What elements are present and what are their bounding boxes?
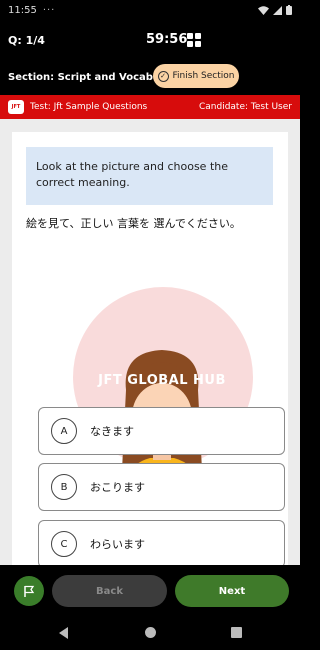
status-time: 11:55 (8, 4, 37, 16)
wifi-icon (258, 5, 269, 15)
option-letter: C (51, 531, 77, 557)
grid-icon[interactable] (187, 33, 201, 47)
instruction-box: Look at the picture and choose the corre… (26, 147, 273, 205)
option-text: わらいます (90, 538, 145, 551)
top-bar: Q: 1/4 59:56 (0, 20, 300, 60)
system-nav-bar (0, 615, 300, 650)
signal-icon (273, 5, 282, 15)
flag-button[interactable] (14, 576, 44, 606)
finish-section-button[interactable]: ✓ Finish Section (153, 64, 239, 88)
candidate-name: Candidate: Test User (198, 102, 292, 112)
battery-icon (286, 5, 292, 15)
nav-back-icon[interactable] (59, 627, 68, 639)
option-text: なきます (90, 425, 134, 438)
watermark-text: JFT GLOBAL HUB (98, 373, 226, 388)
option-c[interactable]: C わらいます (38, 520, 285, 565)
option-b[interactable]: B おこります (38, 463, 285, 511)
question-area: Look at the picture and choose the corre… (0, 119, 300, 565)
option-letter: B (51, 474, 77, 500)
next-button[interactable]: Next (175, 575, 289, 607)
option-text: おこります (90, 481, 145, 494)
finish-section-label: Finish Section (172, 71, 235, 81)
flag-icon (24, 585, 35, 597)
back-button[interactable]: Back (52, 575, 167, 607)
status-bar: 11:55 ··· (0, 0, 300, 20)
question-counter: Q: 1/4 (8, 33, 45, 47)
nav-home-icon[interactable] (145, 627, 156, 638)
check-circle-icon: ✓ (157, 70, 169, 82)
timer: 59:56 (146, 32, 188, 47)
notification-dots: ··· (42, 4, 56, 16)
nav-recents-icon[interactable] (231, 627, 242, 638)
option-letter: A (51, 418, 77, 444)
status-icons (258, 5, 292, 15)
option-a[interactable]: A なきます (38, 407, 285, 455)
japanese-question: 絵を見て、正しい 言葉を 選んでください。 (26, 217, 241, 230)
bottom-action-bar: Back Next (0, 565, 300, 615)
section-bar: Section: Script and Vocabulary ✓ Finish … (0, 60, 300, 94)
test-name: Test: Jft Sample Questions (30, 102, 148, 112)
test-info-bar: JFT Test: Jft Sample Questions Candidate… (0, 95, 300, 119)
jft-logo: JFT (8, 100, 24, 114)
question-card: Look at the picture and choose the corre… (12, 132, 288, 565)
